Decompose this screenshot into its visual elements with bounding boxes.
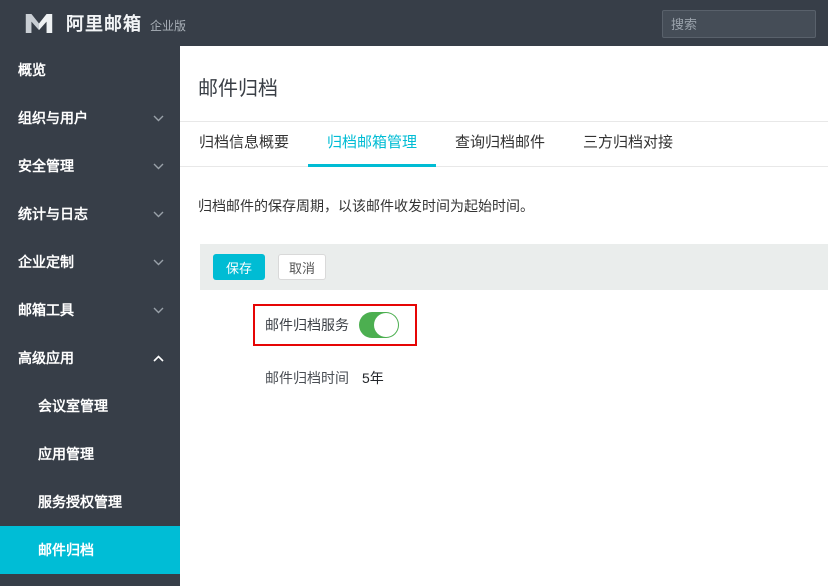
sidebar-item-label: 高级应用 [18, 350, 74, 366]
sidebar: 概览 组织与用户 安全管理 统计与日志 企业定制 邮箱工具 高级应用 会议室管理 [0, 46, 180, 586]
sidebar-item-org-users[interactable]: 组织与用户 [0, 94, 180, 142]
sidebar-item-label: 组织与用户 [18, 110, 88, 126]
page-header: 邮件归档 [180, 46, 828, 122]
sidebar-item-advanced-apps[interactable]: 高级应用 [0, 334, 180, 382]
topbar: 阿里邮箱 企业版 [0, 0, 828, 46]
archive-service-label: 邮件归档服务 [265, 317, 349, 333]
brand-edition-badge: 企业版 [150, 18, 187, 33]
sidebar-item-meeting-room-mgmt[interactable]: 会议室管理 [0, 382, 180, 430]
sidebar-item-label: 邮箱工具 [18, 302, 74, 318]
app-window: 阿里邮箱 企业版 概览 组织与用户 安全管理 统计与日志 [0, 0, 828, 586]
cancel-button[interactable]: 取消 [278, 254, 326, 280]
archive-time-value: 5年 [362, 370, 384, 386]
sidebar-item-mail-archive[interactable]: 邮件归档 [0, 526, 180, 574]
sidebar-item-app-mgmt[interactable]: 应用管理 [0, 430, 180, 478]
sidebar-item-label: 企业定制 [18, 254, 74, 270]
tab-third-party-archive[interactable]: 三方归档对接 [564, 122, 692, 167]
brand-logo[interactable]: 阿里邮箱 企业版 [22, 10, 186, 36]
brand-name: 阿里邮箱 [66, 14, 142, 34]
sidebar-item-label: 安全管理 [18, 158, 74, 174]
sidebar-item-overview[interactable]: 概览 [0, 46, 180, 94]
tab-bar: 归档信息概要 归档邮箱管理 查询归档邮件 三方归档对接 [180, 122, 828, 167]
tab-archive-mailbox-mgmt[interactable]: 归档邮箱管理 [308, 122, 437, 167]
toggle-knob [374, 313, 398, 337]
annotation-box: 邮件归档服务 [253, 304, 417, 346]
sidebar-item-label: 邮件归档 [38, 542, 94, 558]
sidebar-item-label: 概览 [18, 62, 46, 78]
sidebar-item-mail-tools[interactable]: 邮箱工具 [0, 286, 180, 334]
chevron-down-icon [153, 115, 164, 122]
search-box[interactable] [662, 10, 828, 38]
tab-query-archived-mail[interactable]: 查询归档邮件 [436, 122, 564, 167]
chevron-down-icon [153, 307, 164, 314]
tab-archive-info-summary[interactable]: 归档信息概要 [180, 122, 308, 167]
chevron-down-icon [153, 259, 164, 266]
chevron-down-icon [153, 211, 164, 218]
main-content: 邮件归档 归档信息概要 归档邮箱管理 查询归档邮件 三方归档对接 归档邮件的保存… [180, 46, 828, 586]
archive-time-row: 邮件归档时间 5年 [265, 368, 828, 388]
archive-time-label: 邮件归档时间 [265, 370, 349, 386]
sidebar-item-security[interactable]: 安全管理 [0, 142, 180, 190]
archive-period-description: 归档邮件的保存周期，以该邮件收发时间为起始时间。 [198, 198, 534, 214]
archive-service-toggle[interactable] [359, 312, 399, 338]
sidebar-item-service-auth-mgmt[interactable]: 服务授权管理 [0, 478, 180, 526]
page-title: 邮件归档 [198, 78, 278, 100]
sidebar-item-enterprise-custom[interactable]: 企业定制 [0, 238, 180, 286]
sidebar-item-label: 统计与日志 [18, 206, 88, 222]
action-toolbar: 保存 取消 [200, 244, 828, 290]
chevron-down-icon [153, 163, 164, 170]
alimail-logo-icon [22, 11, 56, 36]
chevron-up-icon [153, 354, 164, 362]
search-input[interactable] [663, 16, 828, 32]
save-button[interactable]: 保存 [213, 254, 265, 280]
sidebar-item-stats-logs[interactable]: 统计与日志 [0, 190, 180, 238]
sidebar-item-label: 服务授权管理 [38, 494, 122, 510]
sidebar-item-label: 应用管理 [38, 446, 94, 462]
sidebar-item-label: 会议室管理 [38, 398, 108, 414]
